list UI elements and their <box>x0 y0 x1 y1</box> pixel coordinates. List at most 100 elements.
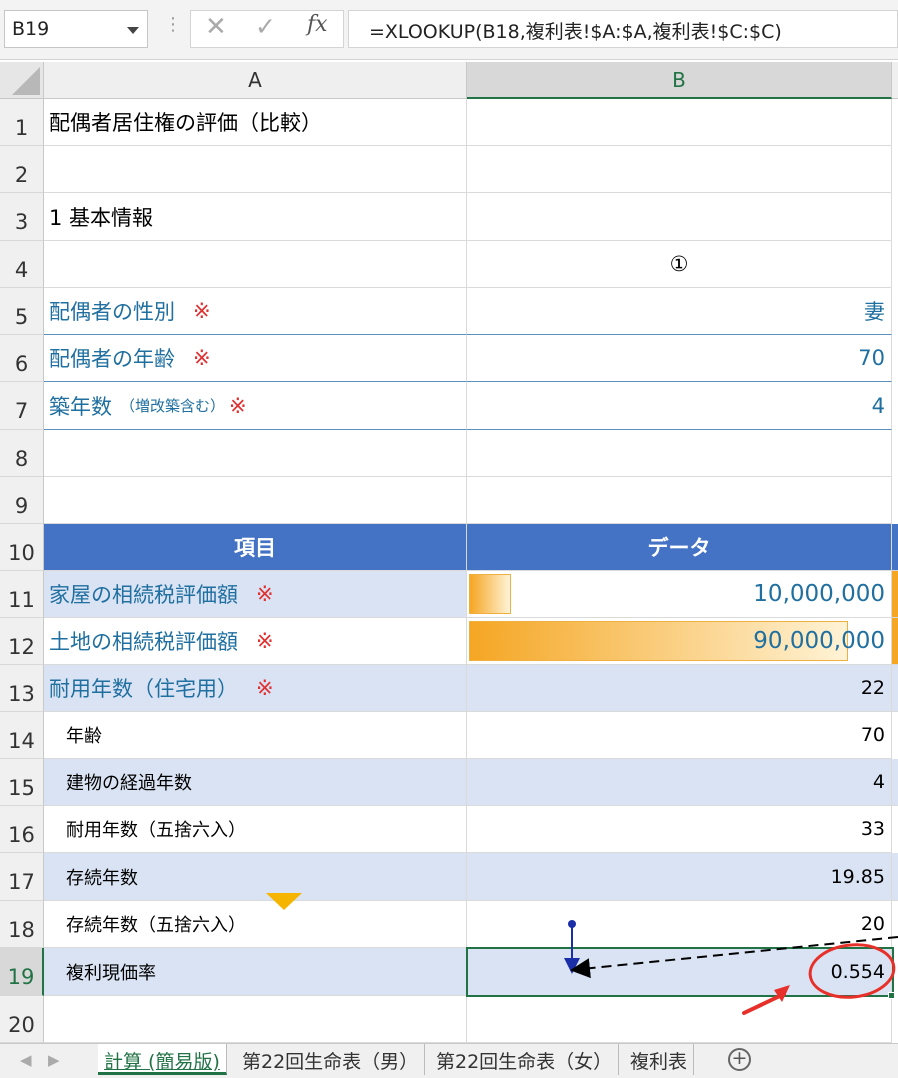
cell-b2[interactable] <box>467 146 892 193</box>
cell-b9[interactable] <box>467 477 892 524</box>
cell-b15[interactable]: 4 <box>467 759 892 806</box>
row-header[interactable]: 14 <box>0 712 44 759</box>
cancel-icon[interactable]: ✕ <box>205 12 227 42</box>
row-header[interactable]: 12 <box>0 618 44 665</box>
row-header[interactable]: 2 <box>0 146 44 193</box>
required-mark: ※ <box>229 393 247 418</box>
row-header[interactable]: 1 <box>0 99 44 146</box>
cell-b11[interactable]: 10,000,000 <box>467 571 892 618</box>
row-header[interactable]: 20 <box>0 996 44 1043</box>
value-building-age: 4 <box>871 393 885 418</box>
header-item-label: 項目 <box>234 536 276 560</box>
table-header-item[interactable]: 項目 <box>44 524 467 571</box>
row-header[interactable]: 13 <box>0 665 44 712</box>
row-header[interactable]: 17 <box>0 853 44 901</box>
more-icon: ⋮ <box>164 14 182 35</box>
row-header[interactable]: 10 <box>0 524 44 571</box>
cell-b7[interactable]: 4 <box>467 382 892 430</box>
cell-b12[interactable]: 90,000,000 <box>467 618 892 665</box>
cell-b6[interactable]: 70 <box>467 335 892 382</box>
label-elapsed-years: 建物の経過年数 <box>66 773 192 794</box>
row-header[interactable]: 5 <box>0 288 44 335</box>
name-box[interactable]: B19 <box>4 10 148 48</box>
add-sheet-icon[interactable]: + <box>728 1048 751 1071</box>
row-header-selected[interactable]: 19 <box>0 948 44 996</box>
value-duration-rounded: 20 <box>860 913 885 935</box>
sheet-tab-life-table-male[interactable]: 第22回生命表（男） <box>236 1044 426 1075</box>
row-header[interactable]: 15 <box>0 759 44 806</box>
cell-a8[interactable] <box>44 430 467 477</box>
cell-a12[interactable]: 土地の相続税評価額 ※ <box>44 618 467 665</box>
label-useful-life: 耐用年数（住宅用） <box>49 677 238 701</box>
value-duration-years: 19.85 <box>830 865 885 888</box>
cell-b18[interactable]: 20 <box>467 901 892 948</box>
row-header[interactable]: 6 <box>0 335 44 382</box>
label-spouse-gender: 配偶者の性別 <box>49 300 175 324</box>
cell-a16[interactable]: 耐用年数（五捨六入） <box>44 806 467 853</box>
cell-a17[interactable]: 存続年数 <box>44 853 467 901</box>
cell-a2[interactable] <box>44 146 467 193</box>
insert-function-icon[interactable]: fx <box>307 12 328 37</box>
table-header-data[interactable]: データ <box>467 524 892 571</box>
row-header[interactable]: 3 <box>0 193 44 241</box>
row-header[interactable]: 18 <box>0 901 44 948</box>
chevron-down-icon[interactable] <box>127 27 139 34</box>
cell-a1[interactable]: 配偶者居住権の評価（比較） <box>44 99 467 146</box>
row-header[interactable]: 16 <box>0 806 44 853</box>
value-age: 70 <box>860 724 885 746</box>
cell-b17[interactable]: 19.85 <box>467 853 892 901</box>
cell-b16[interactable]: 33 <box>467 806 892 853</box>
row-header[interactable]: 9 <box>0 477 44 524</box>
row-header[interactable]: 4 <box>0 241 44 288</box>
cell-b3[interactable] <box>467 193 892 241</box>
formula-bar: B19 ⋮ ✕ ✓ fx =XLOOKUP(B18,複利表!$A:$A,複利表!… <box>0 0 898 60</box>
enter-check-icon[interactable]: ✓ <box>255 12 276 41</box>
label-house-value: 家屋の相続税評価額 <box>49 583 238 607</box>
value-elapsed-years: 4 <box>872 771 885 793</box>
cell-a13[interactable]: 耐用年数（住宅用） ※ <box>44 665 467 712</box>
bar-edge <box>892 618 898 665</box>
sheet-tab-calc[interactable]: 計算 (簡易版) <box>98 1044 227 1075</box>
cell-a18[interactable]: 存続年数（五捨六入） <box>44 901 467 948</box>
column-header-a[interactable]: A <box>44 62 467 99</box>
row-header[interactable]: 11 <box>0 571 44 618</box>
cell-b8[interactable] <box>467 430 892 477</box>
cell-b5[interactable]: 妻 <box>467 288 892 335</box>
cell-a4[interactable] <box>44 241 467 288</box>
label-age: 年齢 <box>66 726 102 747</box>
column-header-c[interactable] <box>892 62 898 99</box>
value-house-value: 10,000,000 <box>753 581 885 607</box>
cell-b13[interactable]: 22 <box>467 665 892 712</box>
cell-a3[interactable]: 1 基本情報 <box>44 193 467 241</box>
fill-handle[interactable] <box>888 992 895 999</box>
cell-a20[interactable] <box>44 996 467 1043</box>
cell-a15[interactable]: 建物の経過年数 <box>44 759 467 806</box>
sheet-tab-compound-table[interactable]: 複利表 <box>624 1044 695 1075</box>
cell-b1[interactable] <box>467 99 892 146</box>
label-building-age: 築年数 <box>49 394 112 419</box>
cell-b4[interactable]: ① <box>467 241 892 288</box>
header-edge <box>892 524 898 571</box>
cell-a11[interactable]: 家屋の相続税評価額 ※ <box>44 571 467 618</box>
row-header[interactable]: 8 <box>0 430 44 477</box>
scroll-left-icon[interactable]: ◀ <box>20 1051 32 1069</box>
row-edge <box>892 665 898 712</box>
circled-number: ① <box>669 252 689 276</box>
cell-a6[interactable]: 配偶者の年齢 ※ <box>44 335 467 382</box>
cell-a5[interactable]: 配偶者の性別 ※ <box>44 288 467 335</box>
cell-b20[interactable] <box>467 996 892 1043</box>
cell-b14[interactable]: 70 <box>467 712 892 759</box>
row-header[interactable]: 7 <box>0 382 44 430</box>
label-spouse-age: 配偶者の年齢 <box>49 347 175 371</box>
formula-input[interactable]: =XLOOKUP(B18,複利表!$A:$A,複利表!$C:$C) <box>348 10 898 48</box>
sheet-tab-life-table-female[interactable]: 第22回生命表（女） <box>430 1044 620 1075</box>
cell-a7[interactable]: 築年数 （増改築含む） ※ <box>44 382 467 430</box>
scroll-right-icon[interactable]: ▶ <box>48 1051 60 1069</box>
cell-a19[interactable]: 複利現価率 <box>44 948 467 996</box>
value-spouse-age: 70 <box>858 346 885 370</box>
column-header-b[interactable]: B <box>467 62 892 99</box>
cell-b19[interactable]: 0.554 <box>467 948 892 996</box>
cell-a14[interactable]: 年齢 <box>44 712 467 759</box>
cell-a9[interactable] <box>44 477 467 524</box>
select-all-corner[interactable] <box>0 62 44 99</box>
